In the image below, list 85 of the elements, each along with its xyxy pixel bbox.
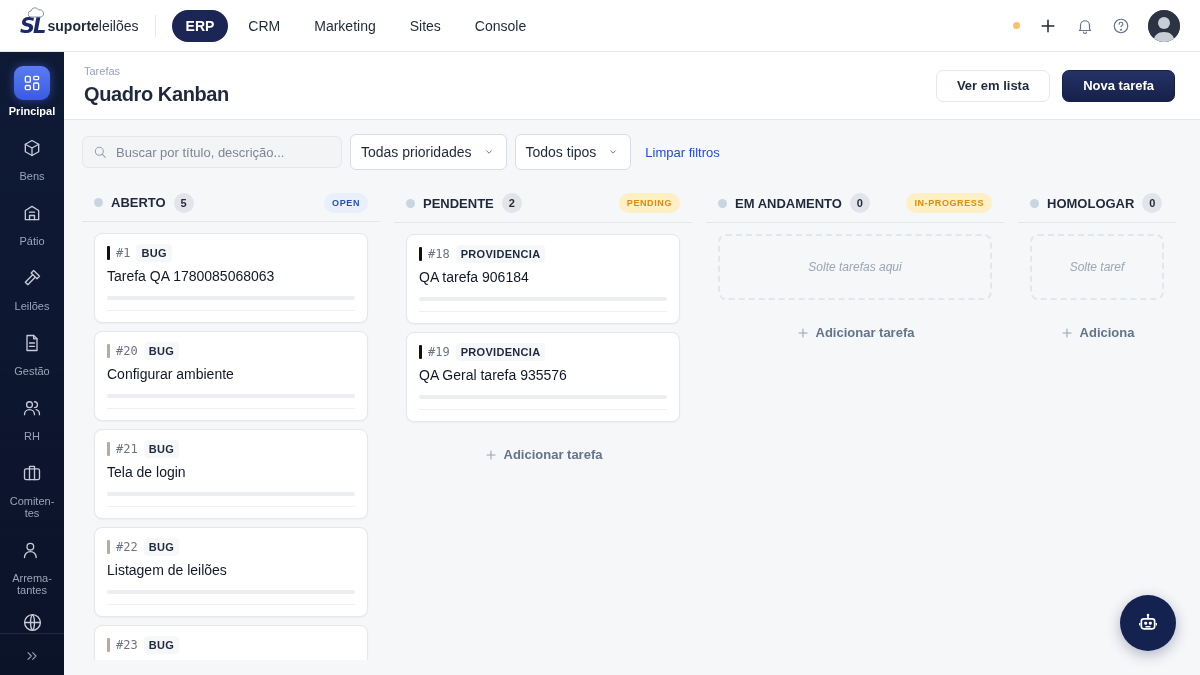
filter-dropdown[interactable]: Todas prioridades: [350, 134, 507, 170]
nav-tab[interactable]: Console: [460, 9, 541, 42]
status-dot: [718, 198, 727, 208]
nav-tab[interactable]: Sites: [395, 9, 455, 42]
status-tag: IN-PROGRESS: [906, 193, 992, 213]
type-tag: BUG: [143, 636, 180, 655]
status-dot: [1013, 22, 1020, 29]
type-tag: BUG: [143, 342, 180, 361]
drop-zone: Solte taref: [1030, 234, 1164, 300]
globe-icon[interactable]: [21, 612, 43, 633]
help-icon[interactable]: [1112, 16, 1130, 35]
page-title: Quadro Kanban: [84, 83, 229, 106]
clear-filters-link[interactable]: Limpar filtros: [645, 144, 720, 160]
task-card[interactable]: #19 PROVIDENCIA QA Geral tarefa 935576: [406, 332, 680, 422]
cloud-icon: [28, 5, 44, 18]
users-icon: [22, 398, 42, 418]
count-badge: 0: [1142, 193, 1163, 213]
column-title: ABERTO: [111, 195, 166, 211]
sidebar-item[interactable]: Comiten-tes: [2, 456, 62, 519]
search-field[interactable]: Buscar por título, descrição...: [82, 136, 342, 168]
status-tag: OPEN: [324, 192, 368, 213]
logo-name: suporteleilões: [47, 17, 139, 34]
status-tag: PENDING: [618, 193, 680, 213]
plus-icon: [795, 325, 810, 340]
list-view-button[interactable]: Ver em lista: [935, 69, 1051, 102]
status-dot: [406, 198, 415, 208]
sidebar-item[interactable]: Bens: [2, 131, 62, 182]
task-title: Configurar ambiente: [107, 366, 235, 383]
sidebar-item[interactable]: Gestão: [2, 326, 62, 377]
logo-mark: SL: [20, 13, 45, 38]
sidebar-item[interactable]: Leilões: [2, 261, 62, 312]
column-title: PENDENTE: [423, 195, 494, 211]
nav-tab[interactable]: CRM: [234, 9, 295, 42]
drop-zone: Solte tarefas aqui: [718, 234, 992, 300]
sidebar-item[interactable]: RH: [2, 391, 62, 442]
task-title: Listagem de leilões: [107, 562, 228, 579]
task-card[interactable]: #1 BUG Tarefa QA 1780085068063: [94, 233, 368, 324]
task-number: #23: [116, 638, 138, 653]
task-title: Tarefa QA 1780085068063: [107, 268, 276, 285]
task-number: #21: [116, 442, 138, 457]
add-task-button[interactable]: Adicionar tarefa: [789, 324, 921, 341]
plus-icon: [483, 447, 498, 462]
filter-dropdown[interactable]: Todos tipos: [514, 134, 632, 170]
count-badge: 0: [849, 193, 870, 213]
column-title: EM ANDAMENTO: [735, 195, 842, 211]
sidebar-item[interactable]: Pátio: [2, 196, 62, 247]
sidebar-item[interactable]: Arrema-tantes: [2, 533, 62, 596]
nav-tab[interactable]: Marketing: [300, 9, 390, 42]
add-task-button[interactable]: Adiciona: [1053, 324, 1141, 341]
task-card[interactable]: #20 BUG Configurar ambiente: [94, 331, 368, 422]
task-number: #1: [116, 246, 131, 261]
cube-icon: [22, 138, 42, 158]
status-dot: [1030, 198, 1039, 208]
task-number: #22: [116, 540, 138, 555]
task-number: #18: [428, 247, 450, 261]
task-title: QA Geral tarefa 935576: [419, 367, 568, 383]
type-tag: BUG: [136, 244, 172, 263]
briefcase-icon: [22, 463, 42, 483]
type-tag: PROVIDENCIA: [455, 343, 546, 361]
task-number: #20: [116, 344, 138, 359]
gavel-icon: [22, 268, 42, 288]
avatar[interactable]: [1148, 9, 1180, 42]
type-tag: PROVIDENCIA: [455, 245, 546, 263]
task-title: Tela de login: [107, 464, 187, 481]
task-card[interactable]: #18 PROVIDENCIA QA tarefa 906184: [406, 234, 680, 324]
status-dot: [94, 198, 103, 208]
task-number: #19: [428, 345, 450, 359]
robot-icon: [1138, 613, 1158, 633]
type-tag: BUG: [143, 440, 180, 459]
grid-icon: [22, 73, 42, 93]
assistant-button[interactable]: [1120, 595, 1176, 651]
task-card[interactable]: #23 BUG: [94, 625, 368, 660]
count-badge: 5: [173, 192, 194, 213]
task-card[interactable]: #22 BUG Listagem de leilões: [94, 527, 368, 618]
sidebar-item[interactable]: Principal: [2, 66, 62, 117]
add-task-button[interactable]: Adicionar tarefa: [477, 446, 609, 463]
type-tag: BUG: [143, 538, 180, 557]
task-card[interactable]: #21 BUG Tela de login: [94, 429, 368, 520]
column-title: HOMOLOGAR: [1047, 195, 1135, 211]
plus-icon: [1059, 325, 1074, 340]
nav-tab[interactable]: ERP: [171, 9, 229, 42]
count-badge: 2: [501, 193, 522, 213]
task-title: QA tarefa 906184: [419, 269, 530, 285]
new-task-button[interactable]: Nova tarefa: [1062, 69, 1175, 102]
building-icon: [22, 203, 42, 223]
